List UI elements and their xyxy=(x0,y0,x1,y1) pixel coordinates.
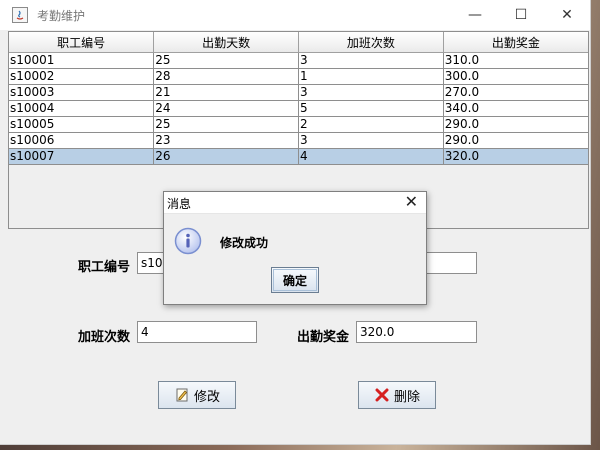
java-app-icon xyxy=(12,7,28,23)
table-cell: 3 xyxy=(298,132,444,149)
ok-button[interactable]: 确定 xyxy=(271,267,319,293)
column-header-overtime-count[interactable]: 加班次数 xyxy=(298,32,444,53)
table-header-row: 职工编号 出勤天数 加班次数 出勤奖金 xyxy=(9,32,588,53)
table-cell: 300.0 xyxy=(443,68,588,85)
table-cell: 25 xyxy=(153,116,299,133)
column-header-employee-id[interactable]: 职工编号 xyxy=(9,32,155,53)
attendance-days-field[interactable] xyxy=(426,252,477,274)
table-cell: 21 xyxy=(153,84,299,101)
table-cell: s10001 xyxy=(9,52,155,69)
table-cell: 25 xyxy=(153,52,299,69)
title-bar: 考勤维护 — ☐ ✕ xyxy=(0,0,590,30)
delete-button[interactable]: 删除 xyxy=(358,381,436,409)
employee-id-label: 职工编号 xyxy=(78,260,131,275)
table-row[interactable]: s10006 23 3 290.0 xyxy=(9,132,588,149)
column-header-attendance-days[interactable]: 出勤天数 xyxy=(153,32,299,53)
dialog-title-bar: 消息 ✕ xyxy=(164,192,426,214)
overtime-field[interactable]: 4 xyxy=(137,321,257,343)
minimize-button[interactable]: — xyxy=(452,0,498,30)
info-icon xyxy=(174,227,202,255)
table-cell: s10002 xyxy=(9,68,155,85)
bonus-label: 出勤奖金 xyxy=(297,330,350,345)
table-row[interactable]: s10001 25 3 310.0 xyxy=(9,52,588,69)
overtime-label: 加班次数 xyxy=(78,330,131,345)
modify-button-label: 修改 xyxy=(193,389,220,405)
table-row[interactable]: s10004 24 5 340.0 xyxy=(9,100,588,117)
table-cell: 290.0 xyxy=(443,132,588,149)
bonus-field[interactable]: 320.0 xyxy=(356,321,477,343)
table-cell: 23 xyxy=(153,132,299,149)
table-cell: s10007 xyxy=(9,148,155,165)
table-row-selected[interactable]: s10007 26 4 320.0 xyxy=(9,148,588,165)
table-cell: 28 xyxy=(153,68,299,85)
table-row[interactable]: s10003 21 3 270.0 xyxy=(9,84,588,101)
dialog-message: 修改成功 xyxy=(220,236,269,250)
table-cell: 1 xyxy=(298,68,444,85)
table-cell: 26 xyxy=(153,148,299,165)
table-cell: 4 xyxy=(298,148,444,165)
table-cell: 340.0 xyxy=(443,100,588,117)
table-cell: 320.0 xyxy=(443,148,588,165)
maximize-button[interactable]: ☐ xyxy=(498,0,544,30)
table-cell: 3 xyxy=(298,52,444,69)
message-dialog: 消息 ✕ 修改成功 确定 xyxy=(163,191,427,305)
delete-x-icon xyxy=(374,387,390,403)
table-row[interactable]: s10005 25 2 290.0 xyxy=(9,116,588,133)
table-cell: 24 xyxy=(153,100,299,117)
table-cell: s10003 xyxy=(9,84,155,101)
window-title: 考勤维护 xyxy=(37,9,86,23)
column-header-bonus[interactable]: 出勤奖金 xyxy=(443,32,588,53)
edit-icon xyxy=(174,387,190,403)
table-cell: 270.0 xyxy=(443,84,588,101)
table-cell: s10005 xyxy=(9,116,155,133)
window-close-button[interactable]: ✕ xyxy=(544,0,590,30)
table-row[interactable]: s10002 28 1 300.0 xyxy=(9,68,588,85)
table-cell: 2 xyxy=(298,116,444,133)
table-cell: 5 xyxy=(298,100,444,117)
table-cell: 290.0 xyxy=(443,116,588,133)
dialog-title: 消息 xyxy=(167,197,192,211)
table-cell: 3 xyxy=(298,84,444,101)
modify-button[interactable]: 修改 xyxy=(158,381,236,409)
table-cell: s10006 xyxy=(9,132,155,149)
delete-button-label: 删除 xyxy=(393,389,420,405)
dialog-close-button[interactable]: ✕ xyxy=(405,193,418,211)
table-cell: s10004 xyxy=(9,100,155,117)
table-cell: 310.0 xyxy=(443,52,588,69)
